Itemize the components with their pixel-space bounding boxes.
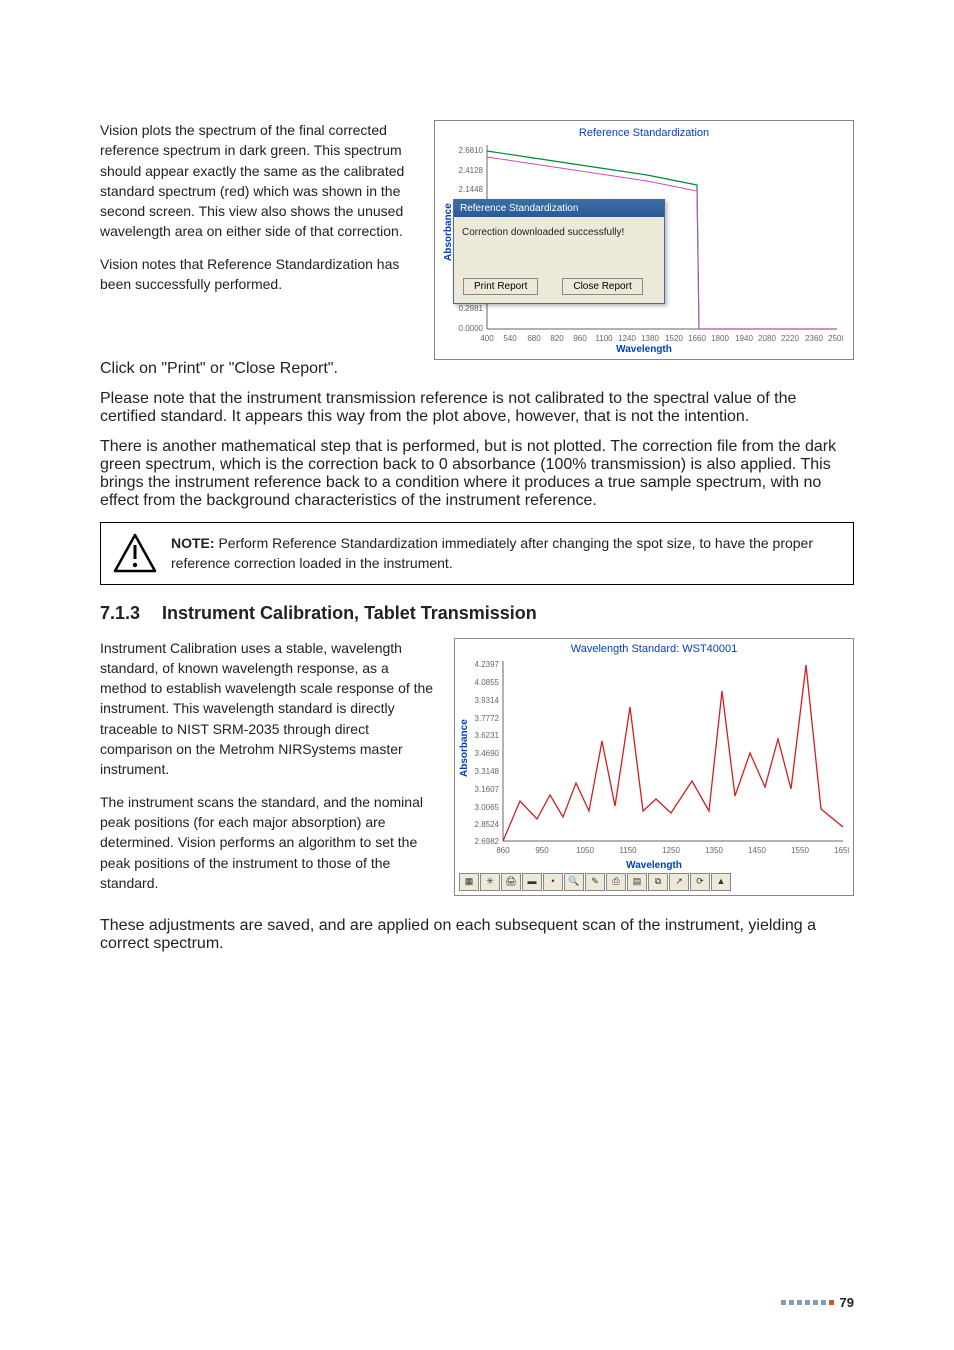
svg-text:1380: 1380	[641, 334, 659, 343]
paragraph: There is another mathematical step that …	[100, 438, 854, 510]
svg-text:2.8524: 2.8524	[475, 820, 500, 829]
close-report-button[interactable]: Close Report	[562, 278, 642, 295]
x-axis-label: Wavelength	[459, 860, 849, 871]
section-title: Instrument Calibration, Tablet Transmiss…	[162, 603, 537, 624]
page-number: 79	[781, 1295, 854, 1310]
svg-text:4.2397: 4.2397	[475, 660, 500, 669]
y-axis-label: Absorbance	[459, 718, 470, 776]
svg-text:820: 820	[550, 334, 564, 343]
toolbar-button[interactable]: ↗	[669, 873, 689, 891]
toolbar-button[interactable]: ▤	[627, 873, 647, 891]
chart-toolbar: ▦ ✳ 🖨 ▬ • 🔍 ✎ ⎙ ▤ ⧉ ↗ ⟳ ▲	[459, 873, 849, 891]
warning-icon	[113, 533, 157, 573]
note-callout: NOTE: Perform Reference Standardization …	[100, 522, 854, 585]
toolbar-button[interactable]: ▦	[459, 873, 479, 891]
chart-reference-standardization: Reference Standardization Absorbance 2.6…	[434, 120, 854, 360]
chart-svg: Absorbance 4.2397 4.0855 3.9314 3.7772 3…	[459, 657, 849, 862]
svg-text:4.0855: 4.0855	[475, 678, 500, 687]
svg-text:2360: 2360	[805, 334, 823, 343]
svg-text:3.9314: 3.9314	[475, 696, 500, 705]
print-report-button[interactable]: Print Report	[463, 278, 538, 295]
svg-text:540: 540	[503, 334, 517, 343]
note-text: NOTE: Perform Reference Standardization …	[171, 533, 841, 574]
svg-text:1660: 1660	[688, 334, 706, 343]
svg-text:2.6810: 2.6810	[459, 146, 484, 155]
svg-text:1800: 1800	[711, 334, 729, 343]
toolbar-button[interactable]: 🖨	[501, 873, 521, 891]
svg-text:2.4128: 2.4128	[459, 166, 484, 175]
svg-text:1100: 1100	[595, 334, 613, 343]
svg-text:3.3148: 3.3148	[475, 767, 500, 776]
page-ornament	[781, 1300, 834, 1305]
svg-text:1150: 1150	[619, 846, 637, 855]
page-number-value: 79	[840, 1295, 854, 1310]
svg-text:0.0000: 0.0000	[459, 324, 484, 333]
paragraph: Click on "Print" or "Close Report".	[100, 360, 854, 378]
modal-message: Correction downloaded successfully!	[454, 217, 664, 246]
toolbar-button[interactable]: ✳	[480, 873, 500, 891]
svg-text:2.6982: 2.6982	[475, 837, 500, 846]
chart-title: Wavelength Standard: WST40001	[459, 643, 849, 655]
modal-titlebar: Reference Standardization	[454, 200, 664, 217]
toolbar-button[interactable]: •	[543, 873, 563, 891]
svg-text:1940: 1940	[735, 334, 753, 343]
svg-text:1250: 1250	[662, 846, 680, 855]
svg-text:3.1607: 3.1607	[475, 785, 500, 794]
svg-text:1450: 1450	[748, 846, 766, 855]
toolbar-button[interactable]: ⟳	[690, 873, 710, 891]
paragraph: Please note that the instrument transmis…	[100, 390, 854, 426]
note-body: Perform Reference Standardization immedi…	[171, 535, 813, 571]
chart-wavelength-standard: Wavelength Standard: WST40001 Absorbance…	[454, 638, 854, 896]
svg-text:1550: 1550	[791, 846, 809, 855]
svg-text:680: 680	[527, 334, 541, 343]
toolbar-button[interactable]: ▬	[522, 873, 542, 891]
toolbar-button[interactable]: ▲	[711, 873, 731, 891]
svg-text:1650: 1650	[834, 846, 849, 855]
toolbar-button[interactable]: ✎	[585, 873, 605, 891]
chart-title: Reference Standardization	[443, 127, 845, 139]
paragraph: Vision notes that Reference Standardizat…	[100, 254, 414, 295]
svg-text:1050: 1050	[576, 846, 594, 855]
svg-text:2220: 2220	[781, 334, 799, 343]
svg-text:960: 960	[573, 334, 587, 343]
svg-text:950: 950	[535, 846, 549, 855]
toolbar-button[interactable]: ⧉	[648, 873, 668, 891]
svg-text:2500: 2500	[828, 334, 843, 343]
svg-text:1350: 1350	[705, 846, 723, 855]
modal-reference-standardization: Reference Standardization Correction dow…	[453, 199, 665, 304]
svg-text:1520: 1520	[665, 334, 683, 343]
svg-text:0.2981: 0.2981	[459, 304, 484, 313]
paragraph: Instrument Calibration uses a stable, wa…	[100, 638, 434, 780]
paragraph: The instrument scans the standard, and t…	[100, 792, 434, 893]
x-axis-label: Wavelength	[443, 344, 845, 355]
svg-text:3.0065: 3.0065	[475, 803, 500, 812]
toolbar-button[interactable]: 🔍	[564, 873, 584, 891]
section-number: 7.1.3	[100, 603, 140, 624]
svg-text:3.4690: 3.4690	[475, 749, 500, 758]
svg-text:2.1448: 2.1448	[459, 185, 484, 194]
toolbar-button[interactable]: ⎙	[606, 873, 626, 891]
svg-text:400: 400	[480, 334, 494, 343]
paragraph: These adjustments are saved, and are app…	[100, 917, 854, 953]
paragraph: Vision plots the spectrum of the final c…	[100, 120, 414, 242]
svg-text:3.7772: 3.7772	[475, 714, 500, 723]
svg-text:1240: 1240	[618, 334, 636, 343]
section-heading: 7.1.3 Instrument Calibration, Tablet Tra…	[100, 603, 854, 624]
svg-text:2080: 2080	[758, 334, 776, 343]
svg-text:3.6231: 3.6231	[475, 731, 500, 740]
svg-text:860: 860	[496, 846, 510, 855]
note-label: NOTE:	[171, 535, 215, 551]
